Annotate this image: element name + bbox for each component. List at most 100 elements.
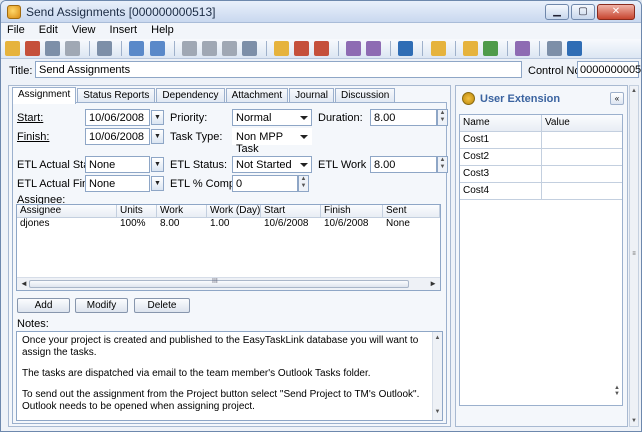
col-start[interactable]: Start [261,205,321,217]
add-button[interactable]: Add [17,298,70,313]
tab-dependency[interactable]: Dependency [156,88,225,103]
etl-complete-input[interactable]: 0 [232,175,298,192]
start-date-input[interactable]: 10/06/2008 [85,109,150,126]
col-units[interactable]: Units [117,205,157,217]
tab-journal[interactable]: Journal [289,88,334,103]
exit-icon[interactable] [567,41,582,56]
grid-view-icon[interactable] [398,41,414,56]
new-icon[interactable] [5,41,20,56]
main-vertical-scrollbar[interactable]: ▲ ≡ ▼ [629,85,639,427]
maximize-button[interactable]: ▢ [571,4,595,20]
paste-icon[interactable] [221,41,237,56]
assignee-horizontal-scrollbar[interactable]: ◄ III ► [17,277,440,290]
forward-icon[interactable] [149,41,165,56]
etl-work-input[interactable]: 8.00 [370,156,437,173]
book-icon[interactable] [514,41,530,56]
task-type-value: Non MPP Task [236,131,283,155]
email-icon[interactable] [366,41,382,56]
refresh-icon[interactable] [241,41,257,56]
settings-icon[interactable] [482,41,498,56]
etl-work-spinner[interactable]: ▲ ▼ [437,156,448,173]
delete-icon[interactable] [314,41,330,56]
scroll-thumb[interactable]: III [29,278,409,288]
menu-insert[interactable]: Insert [104,23,143,36]
close-button[interactable]: ✕ [597,4,635,20]
modify-button[interactable]: Modify [75,298,128,313]
col-work[interactable]: Work [157,205,207,217]
menu-help[interactable]: Help [145,23,179,36]
attach-icon[interactable] [65,41,81,56]
print-icon[interactable] [346,41,362,56]
tab-assignment[interactable]: Assignment [12,87,77,104]
task-type-label: Task Type: [170,131,223,143]
control-no-input[interactable]: 000000000513 [577,61,641,78]
title-input[interactable]: Send Assignments [35,61,522,78]
etl-actual-finish-dropdown-icon[interactable]: ▼ [151,176,164,191]
list-item[interactable]: Cost4 [460,183,622,200]
tab-attachment[interactable]: Attachment [225,88,289,103]
col-name[interactable]: Name [460,115,542,131]
start-dropdown-icon[interactable]: ▼ [151,110,164,125]
cost1-value[interactable] [542,132,548,148]
menu-edit[interactable]: Edit [33,23,63,36]
finish-date-input[interactable]: 10/06/2008 [85,128,150,145]
back-icon[interactable] [129,41,145,56]
col-finish[interactable]: Finish [321,205,383,217]
list-item[interactable]: Cost2 [460,149,622,166]
tab-status-reports[interactable]: Status Reports [77,88,156,103]
collapse-button[interactable]: « [610,92,624,105]
etl-actual-start-input[interactable]: None [85,156,150,173]
notes-textarea[interactable]: Once your project is created and publish… [16,331,443,421]
edit-icon[interactable] [462,41,478,56]
scroll-right-icon[interactable]: ► [429,279,437,288]
open-icon[interactable] [25,41,41,56]
toolbar-separator [265,41,267,56]
tab-discussion[interactable]: Discussion [334,88,396,103]
col-value[interactable]: Value [542,115,573,131]
cost4-value[interactable] [542,183,548,199]
etl-actual-finish-input[interactable]: None [85,175,150,192]
col-work-day[interactable]: Work (Day) [207,205,261,217]
col-sent[interactable]: Sent [383,205,440,217]
priority-select[interactable]: Normal [232,109,312,126]
cost3-value[interactable] [542,166,548,182]
list-item[interactable]: Cost3 [460,166,622,183]
task-type-select[interactable]: Non MPP Task [232,128,312,155]
gear-icon [462,92,475,105]
chart-icon[interactable] [294,41,309,56]
document-icon[interactable] [430,41,446,56]
etl-actual-start-dropdown-icon[interactable]: ▼ [151,157,164,172]
save-icon[interactable] [45,41,61,56]
delete-button[interactable]: Delete [134,298,190,313]
assignee-grid: Assignee Units Work Work (Day) Start Fin… [16,204,441,291]
window-controls: ▁ ▢ ✕ [545,4,635,20]
link-icon[interactable] [97,41,113,56]
copy-icon[interactable] [201,41,217,56]
scroll-left-icon[interactable]: ◄ [20,279,28,288]
user-extension-header: User Extension « [460,90,624,108]
menu-view[interactable]: View [66,23,101,36]
user-extension-scroll[interactable]: ▲ ▼ [612,385,622,405]
menu-file[interactable]: File [1,23,30,36]
cost2-value[interactable] [542,149,548,165]
notes-vertical-scrollbar[interactable]: ▲ ▼ [432,332,442,420]
toolbar-separator [390,41,392,56]
table-row[interactable]: djones 100% 8.00 1.00 10/6/2008 10/6/200… [17,218,440,231]
etl-complete-spinner[interactable]: ▲ ▼ [298,175,309,192]
duration-spinner[interactable]: ▲ ▼ [437,109,448,126]
help-icon[interactable] [546,41,562,56]
cut-icon[interactable] [181,41,197,56]
search-icon[interactable] [273,41,289,56]
duration-input[interactable]: 8.00 [370,109,437,126]
col-assignee[interactable]: Assignee [17,205,117,217]
finish-label: Finish: [17,131,50,143]
scroll-grip-icon: ≡ [632,251,636,257]
toolbar-separator [338,41,340,56]
minimize-button[interactable]: ▁ [545,4,569,20]
finish-dropdown-icon[interactable]: ▼ [151,129,164,144]
scroll-up-icon[interactable]: ▲ [630,88,638,94]
etl-status-select[interactable]: Not Started [232,156,312,173]
cost3-name: Cost3 [460,166,542,182]
list-item[interactable]: Cost1 [460,132,622,149]
scroll-down-icon[interactable]: ▼ [630,418,638,424]
